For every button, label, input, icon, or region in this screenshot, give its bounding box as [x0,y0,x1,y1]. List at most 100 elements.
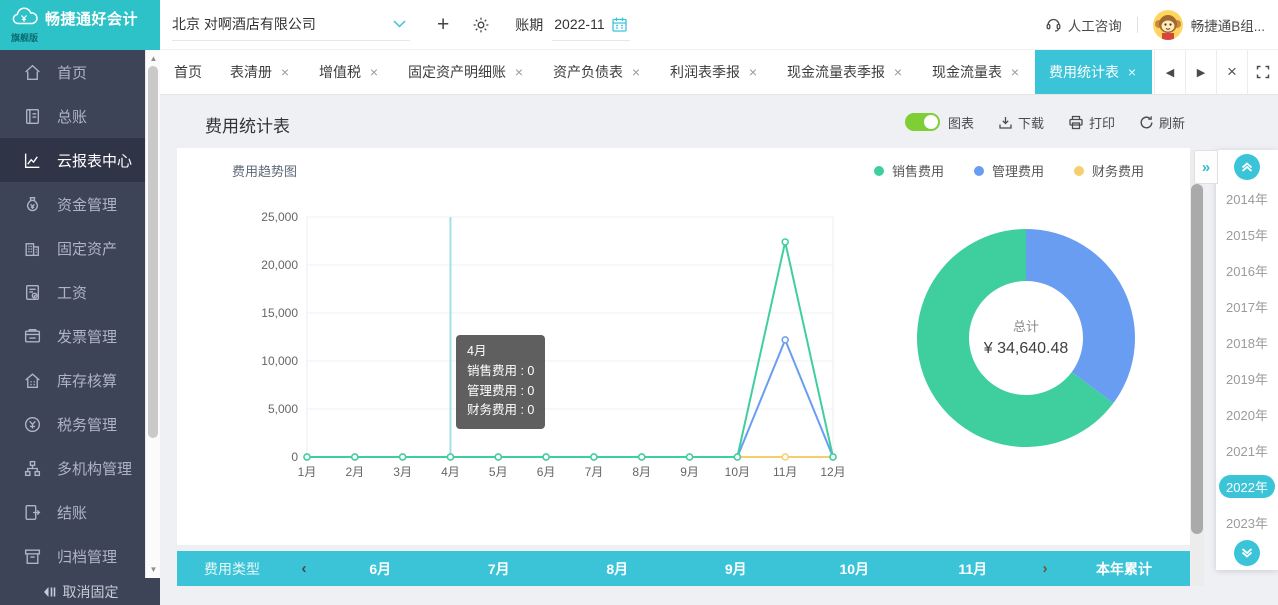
tab-利润表季报[interactable]: 利润表季报× [656,50,773,94]
sidebar-item-multi-org[interactable]: 多机构管理 [0,446,160,490]
year-panel-collapse-handle[interactable]: » [1194,150,1218,184]
data-point-销售费用[interactable] [591,454,597,460]
user-avatar[interactable] [1153,10,1183,40]
download-button[interactable]: 下载 [998,113,1044,132]
month-column-header-11月[interactable]: 11月 [914,551,1033,586]
tab-close-icon[interactable]: × [630,64,642,80]
sidebar-unpin-button[interactable]: 取消固定 [0,578,160,605]
sidebar-item-label: 云报表中心 [57,150,132,171]
tabs-close-icon[interactable]: × [1216,50,1247,94]
year-item-2014年[interactable]: 2014年 [1216,180,1278,216]
data-point-销售费用[interactable] [782,239,788,245]
year-item-2017年[interactable]: 2017年 [1216,288,1278,324]
tab-close-icon[interactable]: × [368,64,380,80]
tab-close-icon[interactable]: × [513,64,525,80]
sidebar-scrollbar[interactable]: ▲ ▼ [145,50,160,578]
tab-close-icon[interactable]: × [1126,64,1138,80]
main-scrollbar-thumb[interactable] [1191,184,1203,534]
data-point-销售费用[interactable] [400,454,406,460]
open-tabs: 首页表清册×增值税×固定资产明细账×资产负债表×利润表季报×现金流量表季报×现金… [160,50,1154,94]
years-scroll-down-button[interactable] [1234,540,1260,566]
month-column-header-9月[interactable]: 9月 [677,551,796,586]
tab-费用统计表[interactable]: 费用统计表× [1035,50,1152,94]
sidebar-scroll-up-icon[interactable]: ▲ [146,54,161,63]
tab-label: 表清册 [230,62,272,82]
tab-资产负债表[interactable]: 资产负债表× [539,50,656,94]
sidebar-item-tax[interactable]: 税务管理 [0,402,160,446]
sidebar-item-payroll[interactable]: 工资 [0,270,160,314]
username-label[interactable]: 畅捷通B组... [1191,15,1265,35]
expense-report-card: 费用趋势图 销售费用管理费用财务费用 05,00010,00015,00020,… [177,148,1190,545]
tab-表清册[interactable]: 表清册 × [216,50,305,94]
add-account-button[interactable]: + [437,14,449,35]
tab-close-icon[interactable]: × [747,64,759,80]
topbar-divider [1137,17,1138,33]
sidebar-item-archive[interactable]: 归档管理 [0,534,160,578]
data-point-销售费用[interactable] [639,454,645,460]
gear-icon[interactable] [472,16,490,34]
sidebar-item-home[interactable]: 首页 [0,50,160,94]
data-point-销售费用[interactable] [543,454,549,460]
month-column-header-6月[interactable]: 6月 [321,551,440,586]
month-column-header-8月[interactable]: 8月 [558,551,677,586]
sidebar-item-label: 总账 [57,106,87,127]
support-button[interactable]: 人工咨询 [1045,15,1122,35]
month-column-header-10月[interactable]: 10月 [795,551,914,586]
print-label: 打印 [1089,113,1115,132]
tab-增值税[interactable]: 增值税× [305,50,394,94]
main-scrollbar[interactable] [1190,150,1204,586]
company-name: 北京 对啊酒店有限公司 [172,14,316,34]
year-item-2022年[interactable]: 2022年 [1216,468,1278,504]
year-item-2023年[interactable]: 2023年 [1216,504,1278,540]
table-scroll-right-icon[interactable]: › [1032,551,1058,586]
year-item-2015年[interactable]: 2015年 [1216,216,1278,252]
tab-现金流量表季报[interactable]: 现金流量表季报× [773,50,918,94]
donut-slice-管理费用[interactable] [1026,229,1135,403]
year-item-2019年[interactable]: 2019年 [1216,360,1278,396]
year-item-2018年[interactable]: 2018年 [1216,324,1278,360]
sidebar-item-funds[interactable]: 资金管理 [0,182,160,226]
donut-center-value: ¥ 34,640.48 [983,340,1069,357]
sidebar-item-closing[interactable]: 结账 [0,490,160,534]
sidebar-item-inventory[interactable]: 库存核算 [0,358,160,402]
data-point-销售费用[interactable] [304,454,310,460]
company-selector[interactable]: 北京 对啊酒店有限公司 [172,9,410,41]
sidebar-item-cloud-report[interactable]: 云报表中心 [0,138,160,182]
expense-total-donut-chart[interactable]: 总计¥ 34,640.48 [896,208,1156,468]
print-button[interactable]: 打印 [1068,113,1115,132]
tab-固定资产明细账[interactable]: 固定资产明细账× [394,50,539,94]
year-item-2020年[interactable]: 2020年 [1216,396,1278,432]
data-point-销售费用[interactable] [687,454,693,460]
sidebar-scroll-down-icon[interactable]: ▼ [146,565,161,574]
fullscreen-icon[interactable] [1247,50,1278,94]
tabs-scroll-right-icon[interactable]: ▶ [1185,50,1216,94]
sidebar-item-fixed-assets[interactable]: 固定资产 [0,226,160,270]
data-point-财务费用[interactable] [782,454,788,460]
tab-close-icon[interactable]: × [279,64,291,80]
years-scroll-up-button[interactable] [1234,154,1260,180]
refresh-button[interactable]: 刷新 [1139,113,1185,132]
data-point-销售费用[interactable] [734,454,740,460]
data-point-销售费用[interactable] [447,454,453,460]
tab-首页[interactable]: 首页 [160,50,216,94]
year-item-2021年[interactable]: 2021年 [1216,432,1278,468]
sidebar-scrollbar-thumb[interactable] [148,66,158,438]
tab-close-icon[interactable]: × [892,64,904,80]
year-item-2016年[interactable]: 2016年 [1216,252,1278,288]
sidebar-item-invoice[interactable]: 发票管理 [0,314,160,358]
data-point-销售费用[interactable] [352,454,358,460]
brand-name: 畅捷通好会计 [45,8,138,29]
data-point-销售费用[interactable] [495,454,501,460]
tab-现金流量表[interactable]: 现金流量表× [918,50,1035,94]
chart-toggle[interactable] [905,113,940,131]
table-scroll-left-icon[interactable]: ‹ [287,551,321,586]
sidebar-item-label: 多机构管理 [57,458,132,479]
data-point-管理费用[interactable] [782,337,788,343]
tabs-scroll-left-icon[interactable]: ◀ [1154,50,1185,94]
period-selector[interactable]: 2022-11 [552,9,629,41]
data-point-销售费用[interactable] [830,454,836,460]
sidebar-item-ledger[interactable]: 总账 [0,94,160,138]
tab-close-icon[interactable]: × [1009,64,1021,80]
headset-icon [1045,16,1062,33]
month-column-header-7月[interactable]: 7月 [440,551,559,586]
